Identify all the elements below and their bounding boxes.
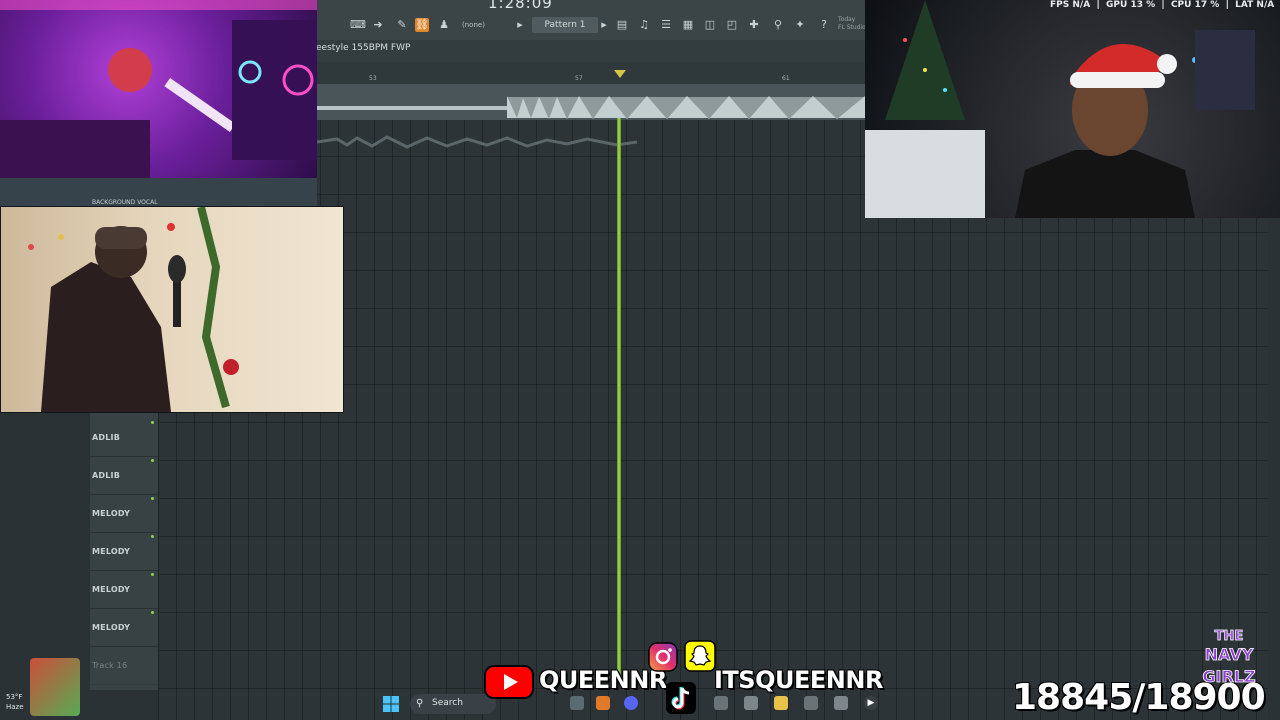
chevron-right-icon[interactable]: ▸ <box>513 18 527 32</box>
brand-line-2: NAVY <box>1205 645 1254 664</box>
performance-stats: FPS N/A | GPU 13 % | CPU 17 % | LAT N/A <box>1050 0 1275 10</box>
typing-keyboard-icon[interactable]: ⌨ <box>349 18 367 32</box>
stamp-icon[interactable]: ♟ <box>437 18 451 32</box>
track-label: MELODY <box>92 623 131 632</box>
fps-label: FPS <box>1050 0 1070 10</box>
booth-webcam <box>0 206 344 413</box>
tiktok-icon <box>666 682 696 714</box>
play-icon[interactable]: ▶ <box>864 696 878 710</box>
plugin-icon[interactable]: ◫ <box>703 18 717 32</box>
cpu-value: 17 % <box>1194 0 1220 10</box>
track-label: MELODY <box>92 547 131 556</box>
pattern-selector[interactable]: (none) <box>462 21 485 29</box>
help-icon[interactable]: ? <box>817 18 831 32</box>
track-led-icon[interactable] <box>151 573 154 576</box>
track-led-icon[interactable] <box>151 421 154 424</box>
track-led-icon[interactable] <box>151 535 154 538</box>
browser-icon[interactable]: ◰ <box>725 18 739 32</box>
track-header[interactable]: MELODY <box>90 494 158 533</box>
windows-start-icon[interactable] <box>383 696 399 712</box>
piano-roll-icon[interactable]: ♫ <box>637 18 651 32</box>
playhead-marker-icon[interactable] <box>614 70 626 78</box>
room-webcam-bar <box>0 178 317 206</box>
sticker-icon <box>30 658 80 716</box>
gpu-label: GPU <box>1106 0 1128 10</box>
track-led-icon[interactable] <box>151 459 154 462</box>
track-header[interactable]: MELODY <box>90 570 158 609</box>
brand-line-1: THE <box>1215 629 1244 644</box>
app-label: FL Studio <box>838 24 866 31</box>
today-label: Today FL Studio <box>838 16 866 32</box>
room-webcam <box>0 0 317 178</box>
track-header[interactable]: ADLIB <box>90 418 158 457</box>
instagram-icon <box>648 642 678 672</box>
plugin-picker-icon[interactable]: ✚ <box>747 18 761 32</box>
fps-value: N/A <box>1072 0 1091 10</box>
weather-condition: Haze <box>6 703 24 711</box>
track-led-icon[interactable] <box>151 497 154 500</box>
track-label: MELODY <box>92 509 131 518</box>
timeline-ruler[interactable]: 53 57 61 <box>317 62 865 85</box>
search-icon: ⚲ <box>416 698 424 709</box>
audio-waveform <box>317 96 865 119</box>
ruler-tick: 57 <box>575 75 583 82</box>
wrench-icon[interactable]: ✦ <box>793 18 807 32</box>
brand-line-3: GIRLZ <box>1202 667 1255 686</box>
pattern-button[interactable]: Pattern 1 <box>532 17 598 33</box>
project-title: eestyle 155BPM FWP <box>316 43 411 53</box>
social-overlay: QUEENNR ITSQUEENNR <box>484 640 883 720</box>
arrow-right-icon[interactable]: ➜ <box>371 18 385 32</box>
track-label: Track 16 <box>92 661 128 670</box>
track-led-icon[interactable] <box>151 611 154 614</box>
chevron-right-icon[interactable]: ▸ <box>597 18 611 32</box>
track-label: ADLIB <box>92 471 121 480</box>
cpu-label: CPU <box>1170 0 1192 10</box>
weather-widget[interactable]: 53°F Haze <box>6 692 24 712</box>
gpu-value: 13 % <box>1130 0 1156 10</box>
track-header[interactable]: MELODY <box>90 532 158 571</box>
streamer-webcam <box>865 0 1280 218</box>
tiktok-handle: ITSQUEENNR <box>714 666 883 694</box>
snapchat-icon <box>684 640 716 672</box>
ghost-waveform <box>317 135 638 149</box>
today-text: Today <box>838 16 856 23</box>
link-icon[interactable]: ⛓ <box>415 18 429 32</box>
weather-temp: 53°F <box>6 693 23 701</box>
track-header-panel: ADLIB ADLIB MELODY MELODY MELODY MELODY … <box>90 410 159 690</box>
mixer-icon[interactable]: ☰ <box>659 18 673 32</box>
ruler-tick: 61 <box>782 75 790 82</box>
youtube-icon <box>484 665 534 699</box>
search-label: Search <box>432 698 463 708</box>
playlist-icon[interactable]: ▤ <box>615 18 629 32</box>
track-label: ADLIB <box>92 433 121 442</box>
lat-value: N/A <box>1256 0 1275 10</box>
ruler-tick: 53 <box>369 75 377 82</box>
booth-label: BACKGROUND VOCAL <box>92 199 158 206</box>
pencil-icon[interactable]: ✎ <box>395 18 409 32</box>
track-header[interactable]: MELODY <box>90 608 158 647</box>
track-header[interactable]: ADLIB <box>90 456 158 495</box>
track-label: MELODY <box>92 585 131 594</box>
lat-label: LAT <box>1235 0 1254 10</box>
mic-icon[interactable]: ⚲ <box>771 18 785 32</box>
brand-logo: THE NAVY GIRLZ <box>1196 624 1262 694</box>
track-header[interactable]: Track 16 <box>90 646 158 685</box>
time-display: 1:28:09 <box>488 0 553 12</box>
channel-rack-icon[interactable]: ▦ <box>681 18 695 32</box>
playhead-line[interactable] <box>617 118 621 678</box>
